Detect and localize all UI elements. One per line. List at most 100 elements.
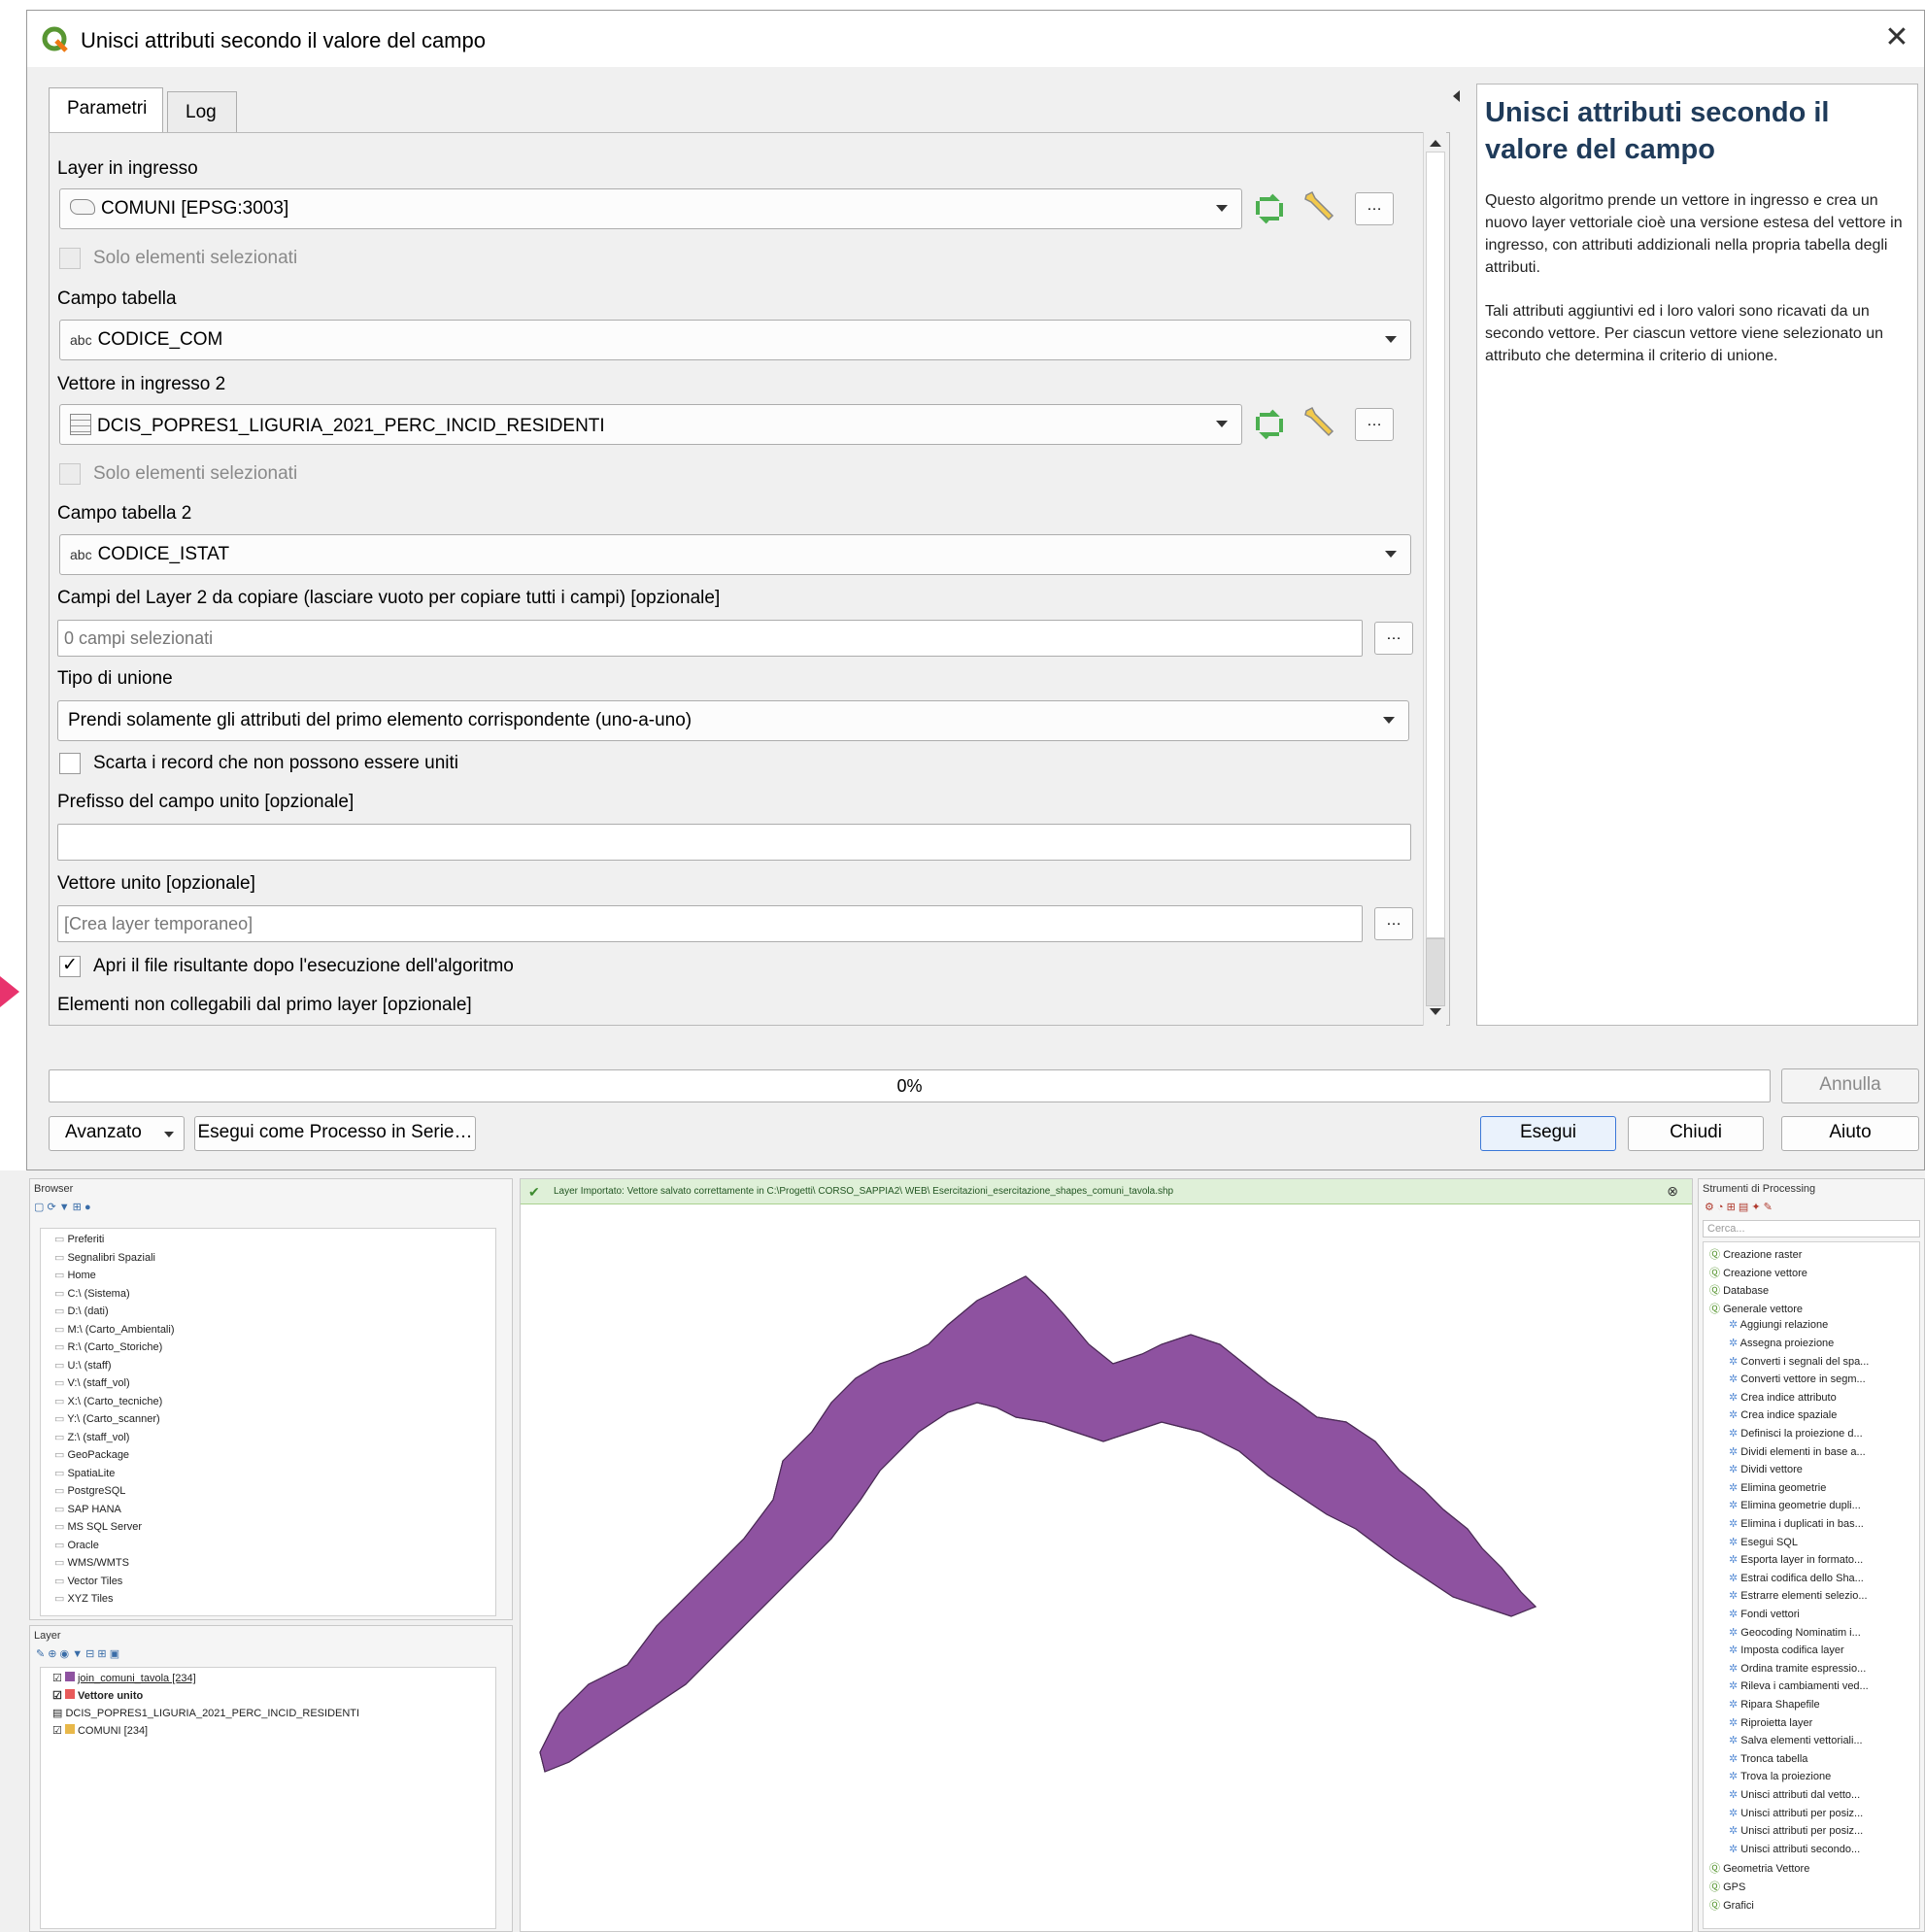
toolbox-group[interactable]: Ⓠ Creazione raster (1709, 1246, 1802, 1262)
table-field2-combo[interactable]: abc CODICE_ISTAT (59, 534, 1411, 575)
tab-parametri[interactable]: Parametri (49, 87, 163, 132)
scroll-down-icon[interactable] (1430, 1008, 1441, 1015)
layers-tree[interactable]: ☑ join_comuni_tavola [234] ☑ Vettore uni… (40, 1667, 496, 1929)
toolbox-algorithm[interactable]: ✲ Riproietta layer (1729, 1716, 1812, 1729)
wrench-settings-icon[interactable] (1300, 403, 1339, 442)
browser-toolbar-icons[interactable]: ▢ ⟳ ▼ ⊞ ● (34, 1201, 91, 1213)
toolbox-algorithm[interactable]: ✲ Fondi vettori (1729, 1608, 1800, 1620)
browser-item[interactable]: ▭ V:\ (staff_vol) (54, 1376, 130, 1389)
browser-item[interactable]: ▭ Segnalibri Spaziali (54, 1251, 155, 1264)
browser-item[interactable]: ▭ SpatiaLite (54, 1467, 115, 1479)
toolbox-group[interactable]: Ⓠ GPS (1709, 1879, 1745, 1894)
toolbox-algorithm[interactable]: ✲ Unisci attributi per posiz... (1729, 1807, 1863, 1819)
toolbox-algorithm[interactable]: ✲ Converti vettore in segm... (1729, 1373, 1866, 1385)
selected-only2-checkbox[interactable] (59, 463, 81, 485)
toolbox-tree[interactable]: Ⓠ Creazione raster Ⓠ Creazione vettore Ⓠ D… (1703, 1241, 1920, 1929)
toolbox-group[interactable]: Ⓠ Generale vettore (1709, 1301, 1803, 1316)
toolbox-algorithm[interactable]: ✲ Imposta codifica layer (1729, 1644, 1844, 1656)
input-layer2-options-button[interactable]: … (1355, 408, 1394, 441)
toolbox-algorithm[interactable]: ✲ Elimina geometrie dupli... (1729, 1499, 1861, 1511)
toolbox-search-input[interactable]: Cerca... (1703, 1220, 1920, 1237)
toolbox-group[interactable]: Ⓠ Grafici (1709, 1897, 1754, 1913)
browser-tree[interactable]: ▭ Preferiti ▭ Segnalibri Spaziali ▭ Home ▭ … (40, 1228, 496, 1616)
toolbox-algorithm[interactable]: ✲ Elimina i duplicati in bas... (1729, 1517, 1864, 1530)
tab-log[interactable]: Log (167, 91, 237, 132)
browser-item[interactable]: ▭ WMS/WMTS (54, 1556, 129, 1569)
browser-item[interactable]: ▭ MS SQL Server (54, 1520, 142, 1533)
field-prefix-input[interactable] (57, 824, 1411, 861)
input-layer2-combo[interactable]: DCIS_POPRES1_LIGURIA_2021_PERC_INCID_RES… (59, 404, 1242, 445)
selected-only-checkbox[interactable] (59, 248, 81, 269)
layer-item[interactable]: ▤ DCIS_POPRES1_LIGURIA_2021_PERC_INCID_R… (52, 1707, 359, 1719)
run-button[interactable]: Esegui (1480, 1116, 1616, 1151)
scroll-up-icon[interactable] (1430, 140, 1441, 147)
scroll-thumb[interactable] (1426, 938, 1445, 1006)
toolbox-algorithm[interactable]: ✲ Unisci attributi secondo... (1729, 1843, 1860, 1855)
toolbox-algorithm[interactable]: ✲ Unisci attributi dal vetto... (1729, 1788, 1860, 1801)
input-layer-options-button[interactable]: … (1355, 192, 1394, 225)
toolbox-algorithm[interactable]: ✲ Salva elementi vettoriali... (1729, 1734, 1863, 1746)
browser-item[interactable]: ▭ Vector Tiles (54, 1575, 122, 1587)
browser-item[interactable]: ▭ M:\ (Carto_Ambientali) (54, 1323, 175, 1336)
iterate-refresh-icon[interactable] (1250, 189, 1289, 228)
toolbox-algorithm[interactable]: ✲ Elimina geometrie (1729, 1481, 1826, 1494)
browser-item[interactable]: ▭ GeoPackage (54, 1448, 129, 1461)
map-canvas[interactable]: ✔ Layer Importato: Vettore salvato corre… (520, 1178, 1693, 1932)
collapse-help-arrow-icon[interactable] (1453, 90, 1460, 102)
toolbox-toolbar-icons[interactable]: ⚙ ◔ ⊞ ▤ ✦ ✎ (1705, 1201, 1773, 1213)
toolbox-algorithm[interactable]: ✲ Ripara Shapefile (1729, 1698, 1820, 1711)
fields-to-copy-field[interactable]: 0 campi selezionati (57, 620, 1363, 657)
browser-item[interactable]: ▭ C:\ (Sistema) (54, 1287, 130, 1300)
browser-item[interactable]: ▭ SAP HANA (54, 1503, 121, 1515)
toolbox-group[interactable]: Ⓠ Database (1709, 1282, 1769, 1298)
advanced-button[interactable]: Avanzato (49, 1116, 185, 1151)
help-button[interactable]: Aiuto (1781, 1116, 1919, 1151)
toolbox-algorithm[interactable]: ✲ Estrarre elementi selezio... (1729, 1589, 1868, 1602)
browser-item[interactable]: ▭ R:\ (Carto_Storiche) (54, 1340, 162, 1353)
toolbox-algorithm[interactable]: ✲ Esporta layer in formato... (1729, 1553, 1863, 1566)
toolbox-algorithm[interactable]: ✲ Trova la proiezione (1729, 1770, 1831, 1782)
toolbox-algorithm[interactable]: ✲ Esegui SQL (1729, 1536, 1798, 1548)
close-message-icon[interactable]: ⊗ (1667, 1183, 1678, 1200)
discard-nonmatching-checkbox[interactable] (59, 753, 81, 774)
joined-layer-output-button[interactable]: … (1374, 907, 1413, 940)
toolbox-algorithm[interactable]: ✲ Definisci la proiezione d... (1729, 1427, 1863, 1440)
browser-item[interactable]: ▭ X:\ (Carto_tecniche) (54, 1395, 162, 1407)
toolbox-algorithm[interactable]: ✲ Ordina tramite espressio... (1729, 1662, 1866, 1675)
toolbox-algorithm[interactable]: ✲ Tronca tabella (1729, 1752, 1807, 1765)
toolbox-algorithm[interactable]: ✲ Assegna proiezione (1729, 1337, 1834, 1349)
cancel-button[interactable]: Annulla (1781, 1068, 1919, 1103)
toolbox-group[interactable]: Ⓠ Geometria Vettore (1709, 1860, 1809, 1876)
joined-layer-output-field[interactable]: [Crea layer temporaneo] (57, 905, 1363, 942)
table-field-combo[interactable]: abc CODICE_COM (59, 320, 1411, 360)
iterate-refresh-icon[interactable] (1250, 405, 1289, 444)
browser-item[interactable]: ▭ PostgreSQL (54, 1484, 125, 1497)
join-type-combo[interactable]: Prendi solamente gli attributi del primo… (57, 700, 1409, 741)
scroll-track[interactable] (1426, 152, 1445, 938)
toolbox-algorithm[interactable]: ✲ Crea indice spaziale (1729, 1408, 1837, 1421)
toolbox-algorithm[interactable]: ✲ Geocoding Nominatim i... (1729, 1626, 1861, 1639)
browser-item[interactable]: ▭ U:\ (staff) (54, 1359, 111, 1372)
close-button[interactable]: Chiudi (1628, 1116, 1764, 1151)
toolbox-algorithm[interactable]: ✲ Crea indice attributo (1729, 1391, 1837, 1404)
browser-item[interactable]: ▭ D:\ (dati) (54, 1305, 109, 1317)
layers-toolbar-icons[interactable]: ✎ ⊕ ◉ ▼ ⊟ ⊞ ▣ (36, 1647, 119, 1660)
browser-item[interactable]: ▭ Z:\ (staff_vol) (54, 1431, 129, 1443)
close-icon[interactable]: ✕ (1877, 20, 1916, 54)
open-output-checkbox[interactable]: ✓ (59, 956, 81, 977)
batch-process-button[interactable]: Esegui come Processo in Serie… (194, 1116, 476, 1151)
toolbox-algorithm[interactable]: ✲ Unisci attributi per posiz... (1729, 1824, 1863, 1837)
layer-item[interactable]: ☑ join_comuni_tavola [234] (52, 1672, 196, 1684)
browser-item[interactable]: ▭ XYZ Tiles (54, 1592, 114, 1605)
layer-item[interactable]: ☑ COMUNI [234] (52, 1724, 148, 1737)
browser-item[interactable]: ▭ Preferiti (54, 1233, 104, 1245)
toolbox-algorithm[interactable]: ✲ Aggiungi relazione (1729, 1318, 1828, 1331)
toolbox-algorithm[interactable]: ✲ Estrai codifica dello Sha... (1729, 1572, 1864, 1584)
layer-item[interactable]: ☑ Vettore unito (52, 1689, 143, 1702)
browser-item[interactable]: ▭ Y:\ (Carto_scanner) (54, 1412, 160, 1425)
toolbox-algorithm[interactable]: ✲ Dividi elementi in base a... (1729, 1445, 1866, 1458)
fields-to-copy-button[interactable]: … (1374, 622, 1413, 655)
toolbox-algorithm[interactable]: ✲ Rileva i cambiamenti ved... (1729, 1679, 1869, 1692)
toolbox-algorithm[interactable]: ✲ Converti i segnali del spa... (1729, 1355, 1869, 1368)
toolbox-group[interactable]: Ⓠ Creazione vettore (1709, 1265, 1807, 1280)
